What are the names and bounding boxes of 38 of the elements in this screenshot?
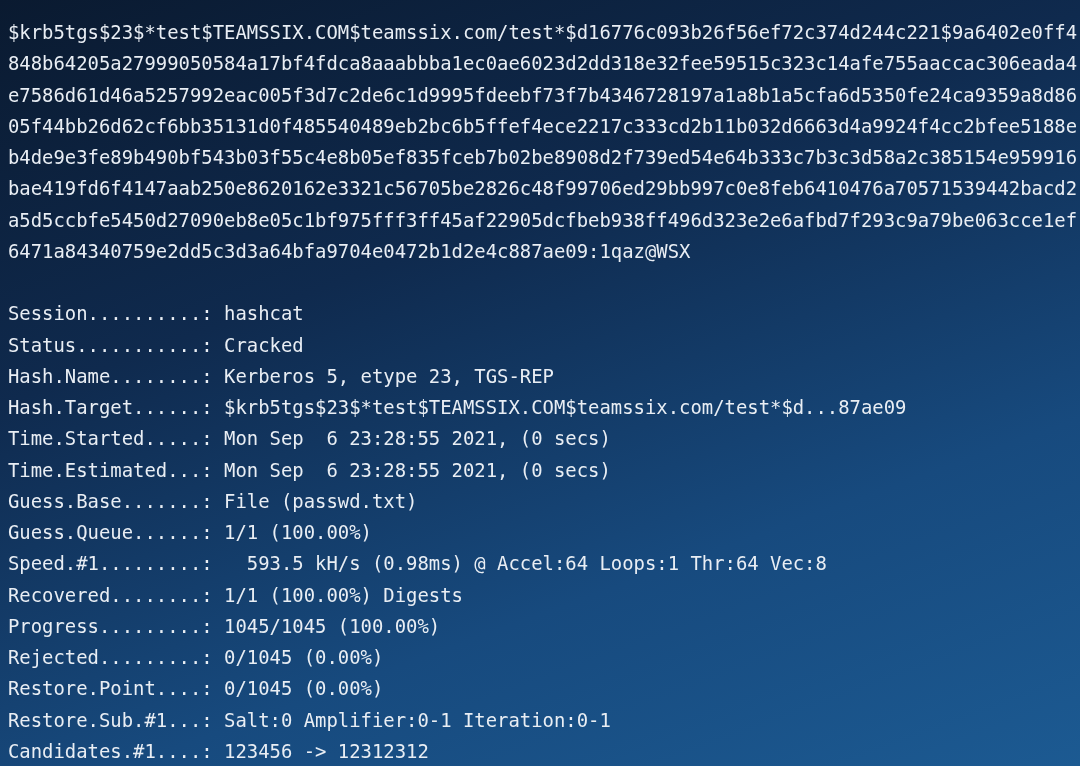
- hash-output-line: a5d5ccbfe5450d27090eb8e05c1bf975fff3ff45af22905dcfbeb938ff496d323e2e6afbd7f293c9a79be063cce1ef: [8, 207, 1079, 233]
- status-value: Cracked: [224, 333, 304, 356]
- status-value: File (passwd.txt): [224, 489, 418, 512]
- status-label: Status...........:: [8, 333, 213, 356]
- status-value: hashcat: [224, 302, 304, 325]
- hash-output-line: bae419fd6f4147aab250e8620162e3321c56705be2826c48f99706ed29bb997c0e8feb6410476a70571539442bacd2: [8, 176, 1079, 202]
- status-value: Mon Sep 6 23:28:55 2021, (0 secs): [224, 458, 611, 481]
- status-value: Salt:0 Amplifier:0-1 Iteration:0-1: [224, 708, 611, 731]
- status-value: $krb5tgs$23$*test$TEAMSSIX.COM$teamssix.com/test*$d...87ae09: [224, 396, 907, 418]
- status-label: Time.Started.....:: [8, 427, 213, 450]
- status-label: Candidates.#1....:: [8, 739, 213, 762]
- status-value: 1045/1045 (100.00%): [224, 614, 441, 637]
- status-label: Speed.#1.........:: [8, 552, 213, 575]
- status-label: Restore.Sub.#1...:: [8, 708, 213, 731]
- status-label: Recovered........:: [8, 583, 213, 606]
- hash-output-line: b4de9e3fe89b490bf543b03f55c4e8b05ef835fceb7b02be8908d2f739ed54e64b333c7b3c3d58a2c385154e959916: [8, 145, 1079, 170]
- status-label: Restore.Point....:: [8, 677, 213, 700]
- status-label: Session..........:: [8, 302, 213, 325]
- hash-output-line: 05f44bb26d62cf6bb35131d0f485540489eb2bc6b5ffef4ece2217c333cd2b11b032d6663d4a9924f4cc2bfee5188e: [8, 113, 1079, 139]
- status-label: Guess.Base.......:: [8, 489, 213, 512]
- hash-output-line: e7586d61d46a5257992eac005f3d7c2de6c1d9995fdeebf73f7b4346728197a1a8b1a5cfa6d5350fe24ca9359a8d86: [8, 82, 1079, 108]
- status-value: 0/1045 (0.00%): [224, 677, 384, 700]
- status-label: Hash.Target......:: [8, 396, 213, 418]
- status-value: Mon Sep 6 23:28:55 2021, (0 secs): [224, 427, 611, 450]
- hash-output-line: 6471a84340759e2dd5c3d3a64bfa9704e0472b1d2e4c887ae09:1qaz@WSX: [8, 238, 692, 264]
- status-value: 123456 -> 12312312: [224, 739, 429, 762]
- status-value: 593.5 kH/s (0.98ms) @ Accel:64 Loops:1 Thr:64 Vec:8: [245, 552, 827, 575]
- hash-output-line: $krb5tgs$23$*test$TEAMSSIX.COM$teamssix.com/test*$d16776c093b26f56ef72c374d244c221$9a6402e0ff4: [8, 20, 1079, 45]
- status-value: 1/1 (100.00%) Digests: [224, 583, 463, 606]
- status-label: Hash.Name........:: [8, 364, 213, 387]
- status-label: Progress.........:: [8, 614, 213, 637]
- hash-output-line: 848b64205a27999050584a17bf4fdca8aaabbba1ec0ae6023d2dd318e32fee59515c323c14afe755aaccac306eada4: [8, 51, 1079, 77]
- status-label: Rejected.........:: [8, 646, 213, 668]
- status-label: Time.Estimated...:: [8, 458, 213, 481]
- status-label: Guess.Queue......:: [8, 521, 213, 543]
- status-value: 0/1045 (0.00%): [224, 646, 384, 668]
- status-value: Kerberos 5, etype 23, TGS-REP: [224, 364, 554, 387]
- status-value: 1/1 (100.00%): [224, 521, 372, 543]
